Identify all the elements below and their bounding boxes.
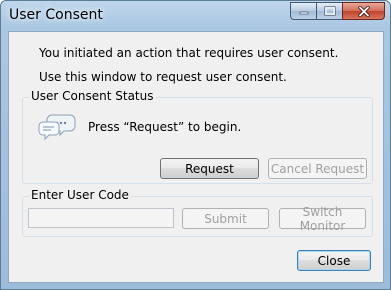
caption-buttons bbox=[290, 2, 385, 21]
close-button[interactable]: Close bbox=[297, 250, 371, 271]
consent-status-group: User Consent Status Press “Request” to b… bbox=[22, 89, 373, 184]
close-window-button[interactable] bbox=[342, 2, 385, 20]
dialog-body: You initiated an action that requires us… bbox=[8, 31, 384, 283]
instruction-message: Use this window to request user consent. bbox=[39, 70, 287, 84]
request-button[interactable]: Request bbox=[160, 158, 259, 179]
user-code-group: Enter User Code Submit Switch Monitor bbox=[22, 188, 373, 237]
minimize-icon bbox=[299, 11, 308, 15]
user-code-title: Enter User Code bbox=[29, 188, 131, 202]
cancel-request-button[interactable]: Cancel Request bbox=[268, 158, 367, 179]
user-consent-window: User Consent You initiated an action tha… bbox=[0, 0, 391, 290]
maximize-icon bbox=[324, 6, 335, 16]
switch-monitor-button[interactable]: Switch Monitor bbox=[279, 205, 366, 233]
minimize-button[interactable] bbox=[290, 2, 316, 20]
maximize-button[interactable] bbox=[316, 2, 342, 20]
submit-button[interactable]: Submit bbox=[182, 208, 269, 229]
user-code-input[interactable] bbox=[28, 208, 174, 228]
close-icon bbox=[357, 5, 370, 17]
status-text: Press “Request” to begin. bbox=[88, 120, 242, 134]
speech-bubbles-icon bbox=[38, 113, 78, 144]
title-bar[interactable]: User Consent bbox=[1, 1, 390, 31]
window-title: User Consent bbox=[9, 7, 103, 23]
consent-status-title: User Consent Status bbox=[29, 89, 156, 103]
intro-message: You initiated an action that requires us… bbox=[39, 46, 339, 60]
